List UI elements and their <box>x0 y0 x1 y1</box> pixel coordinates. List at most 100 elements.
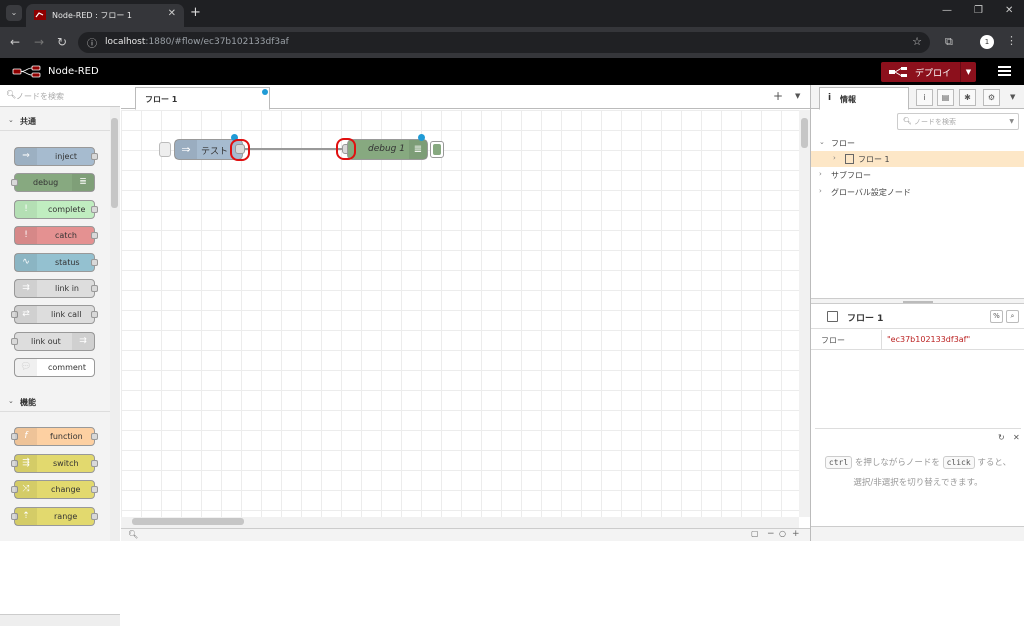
output-port <box>91 513 98 520</box>
zoom-reset-icon[interactable]: ○ <box>779 529 786 538</box>
palette-node-link-call[interactable]: ⇄ link call <box>11 305 98 324</box>
palette-node-link-out[interactable]: link out ⇉ <box>11 332 95 351</box>
flow-list-caret-icon[interactable]: ▼ <box>795 92 800 100</box>
properties-header: フロー 1 % ⌕ <box>811 304 1024 329</box>
canvas-vertical-scrollbar[interactable] <box>799 110 810 517</box>
new-tab-icon[interactable]: + <box>190 5 201 20</box>
sidebar-search-input[interactable]: ノードを検索 <box>914 117 956 127</box>
exclamation-icon: ! <box>15 201 37 218</box>
tab-close-icon[interactable]: ✕ <box>168 8 176 19</box>
palette-node-label: function <box>50 432 83 441</box>
tree-label: グローバル設定ノード <box>831 188 911 197</box>
tab-info[interactable]: i 情報 <box>819 87 909 110</box>
tab-label: 情報 <box>840 95 856 104</box>
palette-node-comment[interactable]: 💬︎ comment <box>14 358 95 377</box>
palette-node-debug[interactable]: debug ≣ <box>11 173 95 192</box>
help-text: ctrl を押しながらノードを click すると、選択/非選択を切り替えできま… <box>823 453 1013 493</box>
key-ctrl: ctrl <box>824 456 853 469</box>
flow-icon <box>845 154 854 164</box>
range-icon: ⇡ <box>15 508 37 525</box>
tree-label: サブフロー <box>831 171 871 180</box>
site-info-icon[interactable]: ⓘ <box>87 35 97 50</box>
canvas-horizontal-scrollbar-thumb[interactable] <box>132 518 244 525</box>
minimize-icon[interactable]: — <box>942 5 952 16</box>
help-text-1: を押しながらノードを <box>854 458 940 468</box>
palette-node-label: range <box>54 512 78 521</box>
refresh-icon[interactable]: ↻ <box>998 433 1005 442</box>
workspace-tab-bar: フロー 1 <box>121 85 810 110</box>
palette-node-complete[interactable]: ! complete <box>14 200 98 219</box>
palette-node-change[interactable]: ⤨ change <box>11 480 98 499</box>
gear-icon[interactable]: ⚙ <box>983 89 1000 106</box>
palette-node-link-in[interactable]: ⇉ link in <box>14 279 98 298</box>
window-close-icon[interactable]: ✕ <box>1005 5 1013 16</box>
restore-icon[interactable]: ❐ <box>974 5 983 16</box>
map-icon[interactable]: ▢ <box>751 529 759 538</box>
speech-bubble-icon: 💬︎ <box>15 359 37 376</box>
book-icon[interactable]: ▤ <box>937 89 954 106</box>
palette-node-catch[interactable]: ! catch <box>14 226 98 245</box>
deploy-caret-icon[interactable]: ▼ <box>960 62 976 82</box>
link-call-icon: ⇄ <box>15 306 37 323</box>
zoom-in-icon[interactable]: + <box>792 529 800 539</box>
canvas-vertical-scrollbar-thumb[interactable] <box>801 118 808 148</box>
debug-toggle-button[interactable] <box>430 141 444 158</box>
link-icon[interactable]: % <box>990 310 1003 323</box>
sidebar-menu-caret-icon[interactable]: ▼ <box>1010 93 1015 101</box>
search-icon: 🔍︎ <box>903 117 912 125</box>
search-icon[interactable]: 🔍︎ <box>128 530 138 539</box>
address-bar-row: ← → ↻ ⓘ localhost:1880/#flow/ec37b102133… <box>0 27 1024 58</box>
tree-item-subflows[interactable]: › サブフロー <box>811 167 1024 183</box>
category-common[interactable]: ⌄ 共通 <box>0 111 110 131</box>
sidebar-tab-bar: i 情報 i ▤ ✱ ⚙ ▼ <box>811 85 1024 110</box>
url-bar[interactable]: ⓘ localhost:1880/#flow/ec37b102133df3af … <box>78 32 930 53</box>
tree-item-flows[interactable]: ⌄ フロー <box>811 135 1024 151</box>
url-text[interactable]: localhost:1880/#flow/ec37b102133df3af <box>105 37 289 47</box>
property-value: "ec37b102133df3af" <box>887 335 971 344</box>
palette-scrollbar-thumb[interactable] <box>111 118 118 208</box>
tree-item-flow-1[interactable]: › フロー 1 <box>811 151 1024 167</box>
inject-arrow-icon: ⇒ <box>175 140 197 159</box>
inject-trigger-button[interactable] <box>159 142 171 157</box>
output-port <box>91 285 98 292</box>
chevron-down-icon[interactable]: ▼ <box>1009 118 1014 125</box>
input-port <box>11 338 18 345</box>
info-icon[interactable]: i <box>916 89 933 106</box>
category-function[interactable]: ⌄ 機能 <box>0 392 110 412</box>
reload-icon[interactable]: ↻ <box>57 35 67 49</box>
main-menu-icon[interactable] <box>998 66 1011 77</box>
zoom-out-icon[interactable]: − <box>767 529 775 539</box>
back-arrow-icon[interactable]: ← <box>10 35 20 49</box>
flow-canvas[interactable]: ⇒ テスト debug 1 ≣ <box>121 110 799 517</box>
palette-node-label: complete <box>48 205 86 214</box>
output-port <box>91 311 98 318</box>
palette-node-label: status <box>55 258 80 267</box>
sidebar-search[interactable]: 🔍︎ ノードを検索 ▼ <box>897 113 1019 130</box>
palette-search-input[interactable]: ノードを検索 <box>16 91 64 102</box>
bug-icon[interactable]: ✱ <box>959 89 976 106</box>
browser-menu-icon[interactable]: ⋮ <box>1006 34 1017 47</box>
bookmark-star-icon[interactable]: ☆ <box>912 35 922 48</box>
palette-node-function[interactable]: f function <box>11 427 98 446</box>
palette-node-range[interactable]: ⇡ range <box>11 507 98 526</box>
tab-list-chevron-icon[interactable]: ⌄ <box>6 5 22 21</box>
tree-item-global-config[interactable]: › グローバル設定ノード <box>811 184 1024 200</box>
flow-node-debug[interactable]: debug 1 ≣ <box>347 139 428 160</box>
search-icon[interactable]: ⌕ <box>1006 310 1019 323</box>
palette-node-switch[interactable]: ⇶ switch <box>11 454 98 473</box>
chevron-right-icon: › <box>819 187 822 195</box>
close-icon[interactable]: ✕ <box>1013 433 1020 442</box>
palette-search[interactable]: 🔍︎ ノードを検索 <box>0 85 120 107</box>
extensions-puzzle-icon[interactable]: ⧉ <box>945 35 953 49</box>
palette-node-status[interactable]: ∿ status <box>14 253 98 272</box>
palette-node-inject[interactable]: ⇒ inject <box>14 147 98 166</box>
profile-avatar[interactable]: 1 <box>980 35 994 49</box>
deploy-label: デプロイ <box>915 69 952 79</box>
browser-tab[interactable]: Node-RED : フロー 1 ✕ <box>26 4 184 27</box>
tab-flow-1[interactable]: フロー 1 <box>135 87 270 110</box>
palette-node-label: link in <box>55 284 79 293</box>
forward-arrow-icon[interactable]: → <box>34 35 44 49</box>
add-flow-icon[interactable]: + <box>773 89 783 103</box>
chevron-right-icon: › <box>833 154 836 162</box>
deploy-button[interactable]: デプロイ ▼ <box>881 62 976 82</box>
